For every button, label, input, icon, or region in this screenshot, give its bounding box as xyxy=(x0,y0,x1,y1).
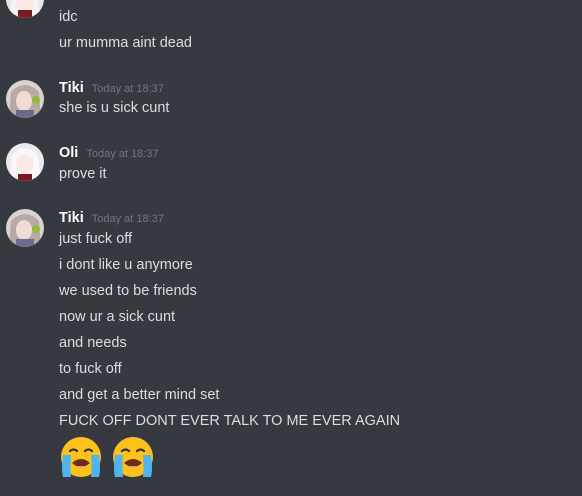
message-text: to fuck off xyxy=(59,361,122,377)
message-text: and get a better mind set xyxy=(59,387,220,403)
username[interactable]: Tiki xyxy=(59,210,84,226)
avatar[interactable] xyxy=(6,143,44,181)
message-text: i dont like u anymore xyxy=(59,257,193,273)
avatar-tiki-icon xyxy=(6,80,44,118)
loudly-crying-face-icon[interactable] xyxy=(109,433,157,481)
username[interactable]: Tiki xyxy=(59,80,84,96)
message-text: and needs xyxy=(59,335,127,351)
loudly-crying-face-icon[interactable] xyxy=(57,433,105,481)
timestamp: Today at 18:37 xyxy=(91,83,164,95)
message-text: just fuck off xyxy=(59,231,133,247)
message-text: now ur a sick cunt xyxy=(59,309,176,325)
message-text: FUCK OFF DONT EVER TALK TO ME EVER AGAIN xyxy=(59,413,401,429)
timestamp: Today at 18:37 xyxy=(91,213,164,225)
message-text: prove it xyxy=(59,166,107,182)
avatar[interactable] xyxy=(6,0,44,18)
message-text: she is u sick cunt xyxy=(59,100,170,116)
timestamp: Today at 18:37 xyxy=(86,148,159,160)
message-text: we used to be friends xyxy=(59,283,197,299)
message-text: ur mumma aint dead xyxy=(59,35,192,51)
username[interactable]: Oli xyxy=(59,145,78,161)
message-text: idc xyxy=(59,9,78,25)
avatar-tiki-icon xyxy=(6,209,44,247)
avatar-oli-icon xyxy=(6,143,44,181)
avatar-oli-icon xyxy=(6,0,44,18)
emoji-row xyxy=(57,433,157,481)
avatar[interactable] xyxy=(6,209,44,247)
avatar[interactable] xyxy=(6,80,44,118)
